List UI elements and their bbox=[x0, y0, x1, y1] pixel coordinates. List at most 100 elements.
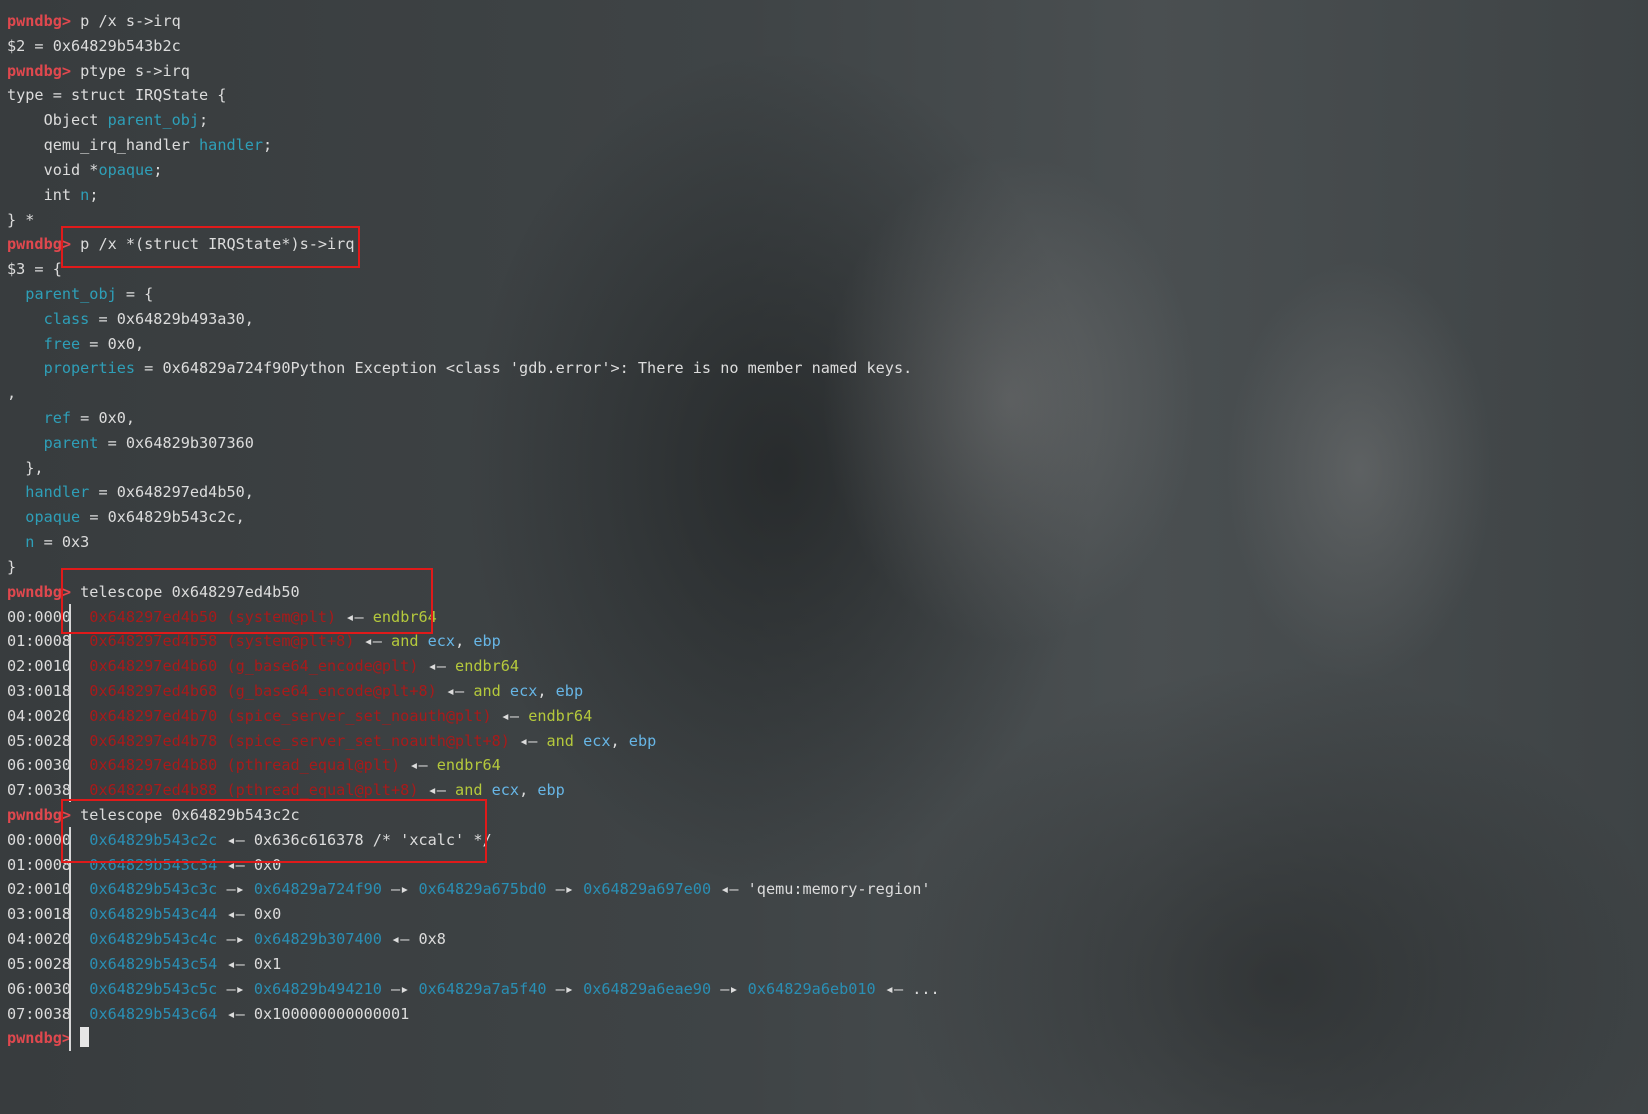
terminal-text: ebp bbox=[473, 632, 501, 651]
terminal-text: parent_obj bbox=[107, 111, 200, 130]
terminal-line: pwndbg> bbox=[7, 1026, 940, 1051]
terminal-text: ebp bbox=[628, 731, 657, 750]
terminal-output[interactable]: pwndbg> p /x s->irq $2 = 0x64829b543b2c pw… bbox=[7, 9, 940, 1051]
terminal-text: parent_obj bbox=[25, 284, 117, 303]
terminal-text: handler bbox=[25, 483, 90, 502]
terminal-text: endbr64 bbox=[528, 706, 593, 725]
terminal-text: ecx bbox=[583, 731, 611, 750]
terminal-text: } bbox=[7, 557, 17, 576]
terminal-line: 07:0038 0x64829b543c64 ◂— 0x100000000000… bbox=[7, 1002, 940, 1027]
terminal-text: ◂— ... bbox=[875, 979, 940, 998]
terminal-line: opaque = 0x64829b543c2c, bbox=[7, 505, 940, 530]
prompt-label: pwndbg> bbox=[7, 61, 81, 80]
terminal-text: ◂— bbox=[509, 731, 547, 750]
terminal-line: 04:0020 0x648297ed4b70 (spice_server_set… bbox=[7, 704, 940, 729]
terminal-text: ecx bbox=[427, 632, 456, 651]
terminal-text: = 0x64829b493a30, bbox=[89, 309, 254, 328]
terminal-text: —▸ bbox=[711, 979, 748, 998]
terminal-text: = 0x3 bbox=[34, 533, 90, 552]
terminal-text: 0x64829b543c3c bbox=[89, 880, 218, 899]
terminal-text: —▸ bbox=[217, 930, 254, 949]
text-cursor[interactable] bbox=[80, 1027, 90, 1048]
terminal-text: void * bbox=[7, 160, 99, 179]
terminal-line: 03:0018 0x648297ed4b68 (g_base64_encode@… bbox=[7, 679, 940, 704]
terminal-text: 04:0020 bbox=[7, 930, 90, 949]
terminal-text: }, bbox=[7, 458, 44, 477]
terminal-text: endbr64 bbox=[436, 756, 501, 775]
terminal-line: parent = 0x64829b307360 bbox=[7, 431, 940, 456]
terminal-text: and bbox=[473, 681, 510, 700]
terminal-text: = 0x64829a724f90Python Exception <class … bbox=[135, 359, 913, 378]
terminal-text: ref bbox=[43, 409, 72, 427]
terminal-text: —▸ bbox=[546, 979, 584, 998]
terminal-text: 06:0030 bbox=[7, 979, 90, 998]
terminal-line: pwndbg> p /x s->irq bbox=[7, 9, 940, 34]
terminal-text: ecx bbox=[509, 681, 538, 700]
terminal-text: 0x64829b543c5c bbox=[89, 979, 218, 998]
terminal-text: 06:0030 bbox=[7, 756, 90, 775]
terminal-text: 0x648297ed4b58 (system@plt+8) bbox=[89, 632, 355, 651]
terminal-text: parent bbox=[43, 433, 99, 452]
highlight-box-print-irq bbox=[61, 226, 360, 268]
terminal-text: = 0x648297ed4b50, bbox=[89, 483, 254, 502]
terminal-text: free bbox=[43, 334, 81, 353]
terminal-text: Object bbox=[7, 111, 108, 130]
terminal-text: p /x s->irq bbox=[80, 12, 181, 30]
terminal-text: ◂— 0x1 bbox=[217, 954, 282, 973]
terminal-text: 03:0018 bbox=[7, 681, 90, 700]
terminal-text: ; bbox=[153, 160, 163, 179]
terminal-text: 0x64829b543c54 bbox=[89, 954, 218, 973]
terminal-text: ecx bbox=[491, 781, 520, 800]
terminal-line: properties = 0x64829a724f90Python Except… bbox=[7, 356, 940, 381]
terminal-line: 04:0020 0x64829b543c4c —▸ 0x64829b307400… bbox=[7, 927, 940, 952]
terminal-text: 03:0018 bbox=[7, 905, 90, 924]
terminal-text: —▸ bbox=[381, 880, 419, 899]
terminal-text: 0x64829a697e00 bbox=[583, 880, 712, 899]
terminal-text: = { bbox=[116, 284, 154, 303]
terminal-text: ◂— bbox=[418, 781, 456, 800]
terminal-text: , bbox=[519, 781, 538, 800]
terminal-text: , bbox=[610, 731, 629, 750]
terminal-text: int bbox=[7, 185, 81, 204]
terminal-line: $2 = 0x64829b543b2c bbox=[7, 34, 940, 59]
terminal-text: ; bbox=[263, 136, 273, 155]
terminal-text: opaque bbox=[25, 508, 81, 527]
terminal-line: void *opaque; bbox=[7, 158, 940, 183]
terminal-text: 0x648297ed4b78 (spice_server_set_noauth@… bbox=[89, 731, 510, 750]
terminal-text: 07:0038 bbox=[7, 781, 90, 800]
terminal-text: properties bbox=[43, 359, 136, 378]
terminal-line: Object parent_obj; bbox=[7, 108, 940, 133]
terminal-text: = 0x64829b307360 bbox=[98, 433, 254, 452]
terminal-text: ◂— 0x8 bbox=[381, 930, 446, 949]
terminal-text: —▸ bbox=[217, 979, 254, 998]
terminal-text: 02:0010 bbox=[7, 880, 90, 899]
terminal-text: 0x648297ed4b68 (g_base64_encode@plt+8) bbox=[89, 681, 437, 700]
terminal-text: ◂— 'qemu:memory-region' bbox=[711, 880, 931, 899]
terminal-text: and bbox=[455, 781, 492, 800]
terminal-text: ebp bbox=[537, 781, 565, 800]
terminal-line: type = struct IRQState { bbox=[7, 83, 940, 108]
terminal-text: } * bbox=[7, 210, 35, 229]
terminal-text: ◂— bbox=[354, 632, 392, 651]
terminal-text: 05:0028 bbox=[7, 731, 90, 750]
terminal-text: 05:0028 bbox=[7, 954, 90, 973]
terminal-text: 01:0008 bbox=[7, 632, 90, 651]
terminal-text: ◂— 0x100000000000001 bbox=[217, 1004, 410, 1023]
terminal-text: 0x64829a6eae90 bbox=[583, 979, 712, 998]
terminal-text: 0x64829b543c64 bbox=[89, 1004, 218, 1023]
highlight-box-telescope-handler bbox=[61, 568, 433, 634]
terminal-text: $3 = { bbox=[7, 260, 62, 279]
terminal-text: 04:0020 bbox=[7, 706, 90, 725]
terminal-text: class bbox=[43, 309, 90, 328]
terminal-text: 0x648297ed4b80 (pthread_equal@plt) bbox=[89, 756, 401, 775]
terminal-line: 02:0010 0x64829b543c3c —▸ 0x64829a724f90… bbox=[7, 877, 940, 902]
terminal-text: n bbox=[80, 185, 90, 204]
terminal-text: ◂— 0x0 bbox=[217, 905, 282, 924]
